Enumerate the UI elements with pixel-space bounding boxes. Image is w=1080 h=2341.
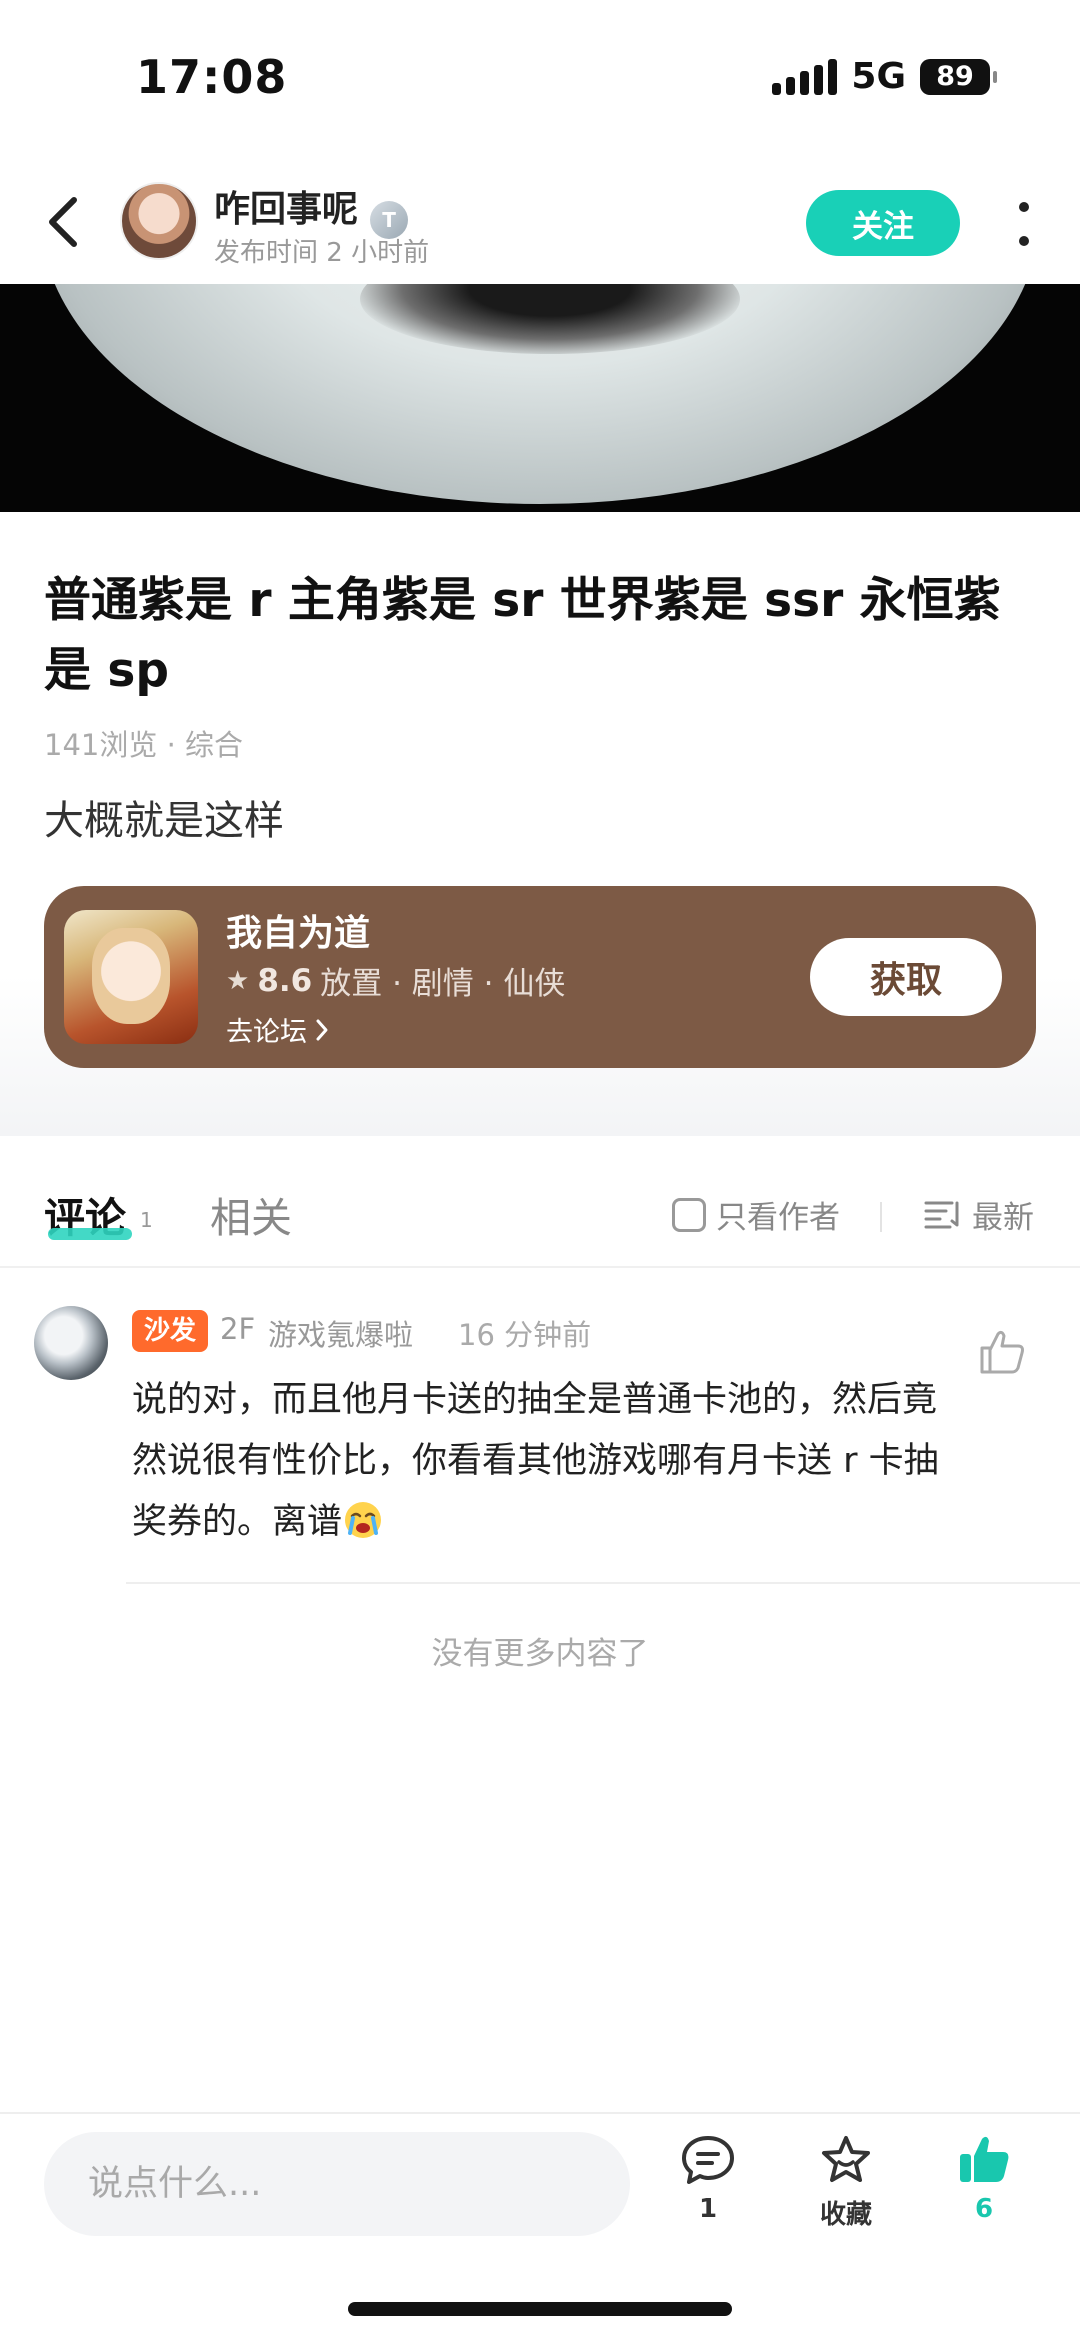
- crying-emoji-icon: [345, 1502, 382, 1538]
- game-icon[interactable]: [64, 910, 198, 1044]
- game-rating-score: 8.6: [257, 962, 313, 999]
- get-button[interactable]: 获取: [810, 938, 1002, 1016]
- comment-button[interactable]: 1: [648, 2134, 768, 2244]
- post-time: 发布时间 2 小时前: [214, 238, 430, 268]
- network-label: 5G: [851, 56, 906, 97]
- author-only-toggle[interactable]: 只看作者: [672, 1192, 840, 1237]
- tab-active-indicator: [48, 1228, 132, 1240]
- favorite-label: 收藏: [819, 2200, 872, 2230]
- sofa-badge: 沙发: [132, 1310, 209, 1352]
- tab-divider: [880, 1202, 882, 1232]
- signal-icon: [772, 58, 838, 95]
- post-title: 普通紫是 r 主角紫是 sr 世界紫是 ssr 永恒紫是 sp: [44, 573, 1001, 698]
- forum-link-label[interactable]: 去论坛: [226, 1010, 307, 1049]
- home-indicator: [348, 2302, 732, 2316]
- back-arrow-icon: [49, 197, 77, 247]
- sort-label[interactable]: 最新: [972, 1192, 1034, 1237]
- comment-count: 1: [698, 2194, 718, 2224]
- comment-like-button[interactable]: [976, 1326, 1028, 1378]
- author-avatar[interactable]: [120, 182, 198, 260]
- sort-button[interactable]: 最新: [924, 1192, 1034, 1237]
- like-button[interactable]: 6: [924, 2134, 1044, 2244]
- status-time: 17:08: [136, 50, 288, 104]
- like-count: 6: [974, 2194, 994, 2224]
- sort-list-icon: [924, 1201, 959, 1228]
- no-more-text: 没有更多内容了: [431, 1636, 649, 1672]
- game-card[interactable]: 我自为道 ★ 8.6 放置 · 剧情 · 仙侠 去论坛 获取: [44, 886, 1036, 1068]
- status-indicators: 5G 89: [772, 56, 997, 97]
- comment-tabs: 评论 1 相关 只看作者 最新: [0, 1136, 1080, 1268]
- back-button[interactable]: [38, 190, 88, 254]
- post-image[interactable]: [0, 284, 1080, 512]
- comment-input[interactable]: [44, 2132, 630, 2236]
- commenter-name[interactable]: 游戏氪爆啦: [268, 1312, 413, 1354]
- tab-comments-count: 1: [140, 1208, 153, 1232]
- commenter-avatar[interactable]: [34, 1306, 108, 1380]
- thumbs-up-filled-icon: [960, 2136, 1009, 2182]
- checkbox-icon[interactable]: [672, 1197, 706, 1232]
- star-icon: ★: [226, 965, 250, 996]
- author-name[interactable]: 咋回事呢: [214, 189, 358, 230]
- thumbs-up-outline-icon: [980, 1330, 1024, 1374]
- comment-item[interactable]: 沙发 2F 游戏氪爆啦 16 分钟前 说的对，而且他月卡送的抽全是普通卡池的，然…: [0, 1286, 1080, 1586]
- comment-divider: [126, 1582, 1080, 1584]
- game-tags: 放置 · 剧情 · 仙侠: [320, 966, 566, 1002]
- comment-floor: 2F: [220, 1312, 256, 1346]
- comment-time: 16 分钟前: [458, 1318, 592, 1352]
- game-rating: ★ 8.6 放置 · 剧情 · 仙侠: [226, 958, 565, 1003]
- tab-related[interactable]: 相关: [210, 1184, 292, 1244]
- more-vertical-icon[interactable]: [1006, 196, 1042, 252]
- forum-link[interactable]: 去论坛: [226, 1010, 329, 1049]
- comment-text: 说的对，而且他月卡送的抽全是普通卡池的，然后竟然说很有性价比，你看看其他游戏哪有…: [132, 1380, 939, 1542]
- author-only-label[interactable]: 只看作者: [716, 1192, 840, 1237]
- game-name: 我自为道: [226, 913, 371, 954]
- favorite-star-icon: [822, 2136, 870, 2182]
- follow-button[interactable]: 关注: [806, 190, 960, 256]
- post-body: 大概就是这样: [44, 798, 284, 844]
- comment-text-wrap: 说的对，而且他月卡送的抽全是普通卡池的，然后竟然说很有性价比，你看看其他游戏哪有…: [132, 1370, 952, 1553]
- author-name-row[interactable]: 咋回事呢 T: [214, 180, 409, 239]
- status-bar: 17:08 5G 89: [0, 0, 1080, 160]
- comment-bubble-icon: [682, 2136, 734, 2184]
- favorite-button[interactable]: 收藏: [786, 2134, 906, 2244]
- chevron-right-icon: [316, 1019, 328, 1040]
- battery-icon: 89: [920, 58, 997, 95]
- post-header: 咋回事呢 T 发布时间 2 小时前 关注: [0, 160, 1080, 284]
- post-meta: 141浏览 · 综合: [44, 728, 244, 762]
